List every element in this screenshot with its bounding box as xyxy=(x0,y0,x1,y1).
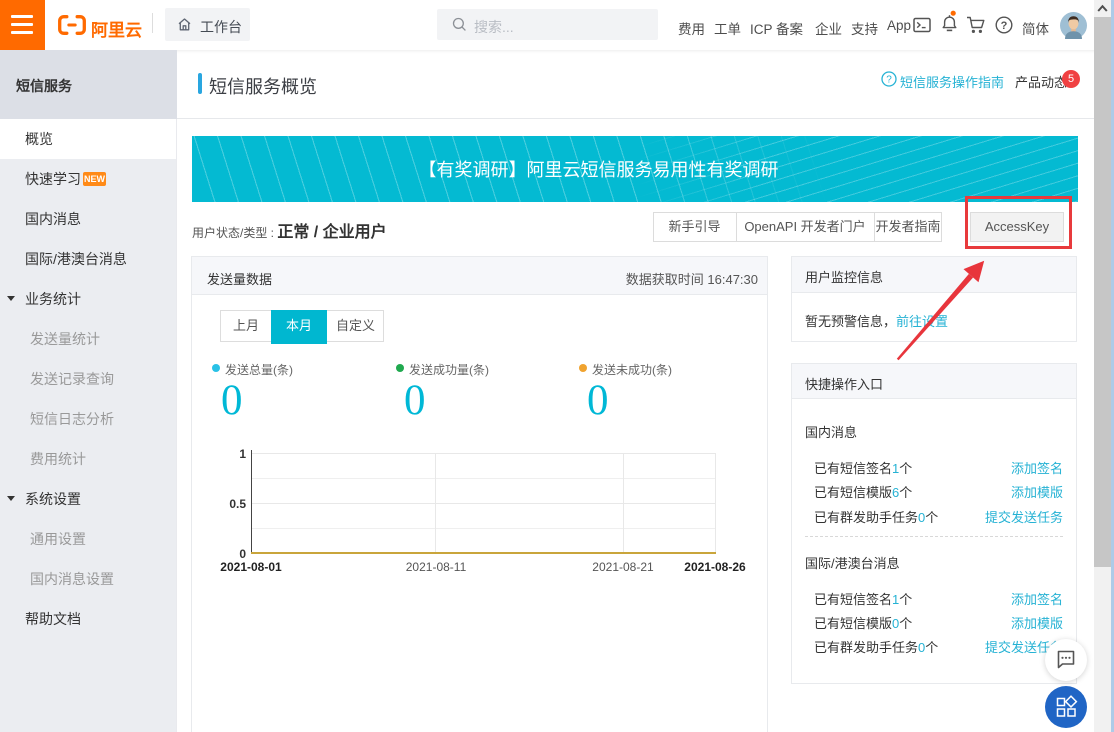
svg-text:?: ? xyxy=(1001,20,1008,32)
svg-text:?: ? xyxy=(886,75,892,86)
